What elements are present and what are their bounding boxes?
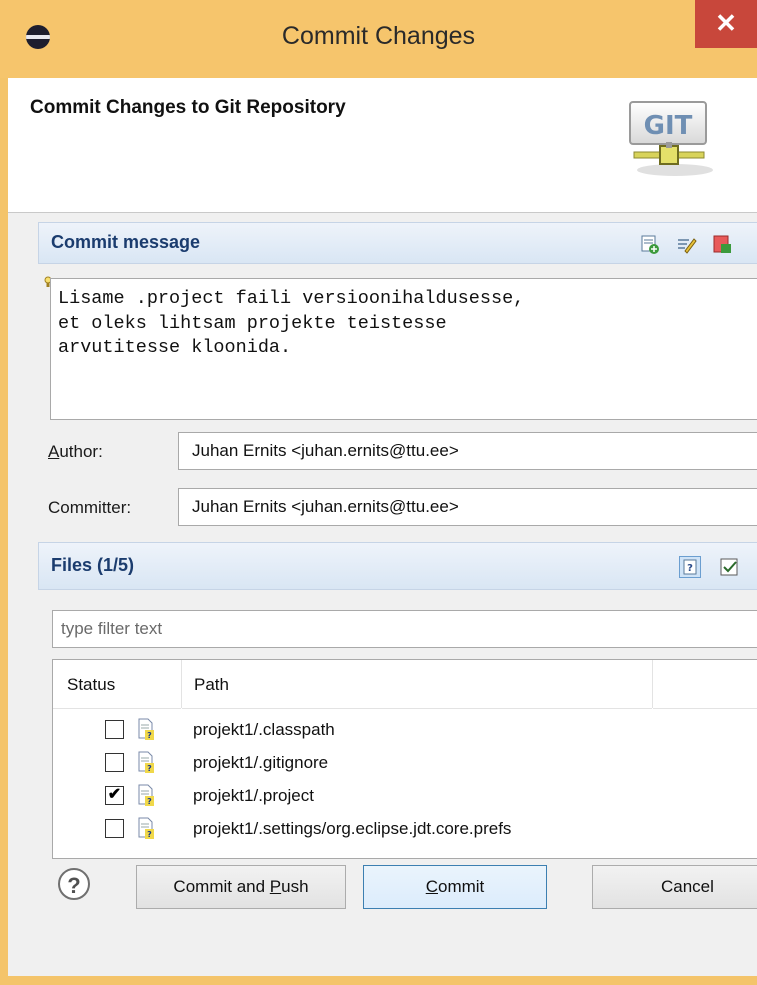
files-section-title: Files (1/5): [51, 555, 135, 575]
commit-button[interactable]: Commit: [363, 865, 547, 909]
title-bar[interactable]: Commit Changes ✕: [0, 0, 757, 78]
signed-off-by-icon[interactable]: [675, 233, 697, 255]
untracked-file-icon: ?: [138, 751, 154, 773]
previous-messages-icon[interactable]: [639, 233, 661, 255]
svg-text:?: ?: [147, 797, 152, 806]
commit-message-section-header: Commit message: [38, 222, 757, 264]
file-path: projekt1/.gitignore: [193, 753, 329, 772]
file-path: projekt1/.project: [193, 786, 314, 805]
column-header-status[interactable]: Status: [53, 660, 181, 709]
svg-text:?: ?: [687, 563, 693, 574]
dialog-client-area: Commit Changes to Git Repository GIT Com…: [8, 78, 757, 976]
dialog-title: Commit Changes to Git Repository: [30, 97, 346, 118]
untracked-file-icon: ?: [138, 718, 154, 740]
row-checkbox[interactable]: [105, 753, 124, 772]
dialog-header: Commit Changes to Git Repository GIT: [8, 78, 757, 213]
row-checkbox[interactable]: [105, 819, 124, 838]
git-logo-icon: GIT: [629, 101, 713, 176]
untracked-file-icon: ?: [138, 784, 154, 806]
row-checkbox[interactable]: [105, 720, 124, 739]
filter-input[interactable]: type filter text: [52, 610, 757, 648]
table-row[interactable]: ? projekt1/.settings/org.eclipse.jdt.cor…: [53, 814, 757, 847]
change-id-icon[interactable]: [711, 233, 733, 255]
commit-message-section-title: Commit message: [51, 232, 201, 252]
close-button[interactable]: ✕: [695, 0, 757, 48]
author-field[interactable]: Juhan Ernits <juhan.ernits@ttu.ee>: [178, 432, 757, 470]
git-logo-text: GIT: [644, 111, 693, 141]
column-header-empty: [653, 660, 757, 709]
row-checkbox-checked[interactable]: ✔: [105, 786, 124, 805]
help-button[interactable]: ?: [58, 868, 90, 900]
committer-value: Juhan Ernits <juhan.ernits@ttu.ee>: [192, 497, 459, 516]
commit-and-push-button[interactable]: Commit and Push: [136, 865, 346, 909]
commit-message-input[interactable]: Lisame .project faili versioonihaldusess…: [50, 278, 757, 420]
committer-field[interactable]: Juhan Ernits <juhan.ernits@ttu.ee>: [178, 488, 757, 526]
table-row[interactable]: ? projekt1/.classpath: [53, 715, 757, 748]
table-row[interactable]: ? projekt1/.gitignore: [53, 748, 757, 781]
file-path: projekt1/.classpath: [193, 720, 335, 739]
table-row[interactable]: ✔ ? projekt1/.project: [53, 781, 757, 814]
author-label-mnemonic: A: [48, 442, 60, 461]
show-untracked-icon[interactable]: ?: [679, 556, 701, 578]
select-all-icon[interactable]: [719, 556, 741, 578]
file-path: projekt1/.settings/org.eclipse.jdt.core.…: [193, 819, 512, 838]
committer-label: Committer:: [48, 498, 132, 517]
column-header-path[interactable]: Path: [182, 660, 652, 709]
dialog-window: Commit Changes ✕ Commit Changes to Git R…: [0, 0, 757, 985]
files-section-header: Files (1/5) ?: [38, 542, 757, 590]
window-title: Commit Changes: [281, 22, 476, 50]
author-value: Juhan Ernits <juhan.ernits@ttu.ee>: [192, 441, 459, 460]
author-label-rest: uthor:: [59, 442, 103, 461]
cancel-button[interactable]: Cancel: [592, 865, 757, 909]
untracked-file-icon: ?: [138, 817, 154, 839]
svg-text:?: ?: [147, 830, 152, 839]
commit-message-text: Lisame .project faili versioonihaldusess…: [58, 288, 525, 358]
svg-text:?: ?: [147, 731, 152, 740]
author-label: Author:: [48, 442, 103, 462]
files-table: Status Path ? projekt1/.classpath ? proj…: [52, 659, 757, 859]
svg-text:?: ?: [147, 764, 152, 773]
filter-placeholder: type filter text: [61, 619, 163, 638]
